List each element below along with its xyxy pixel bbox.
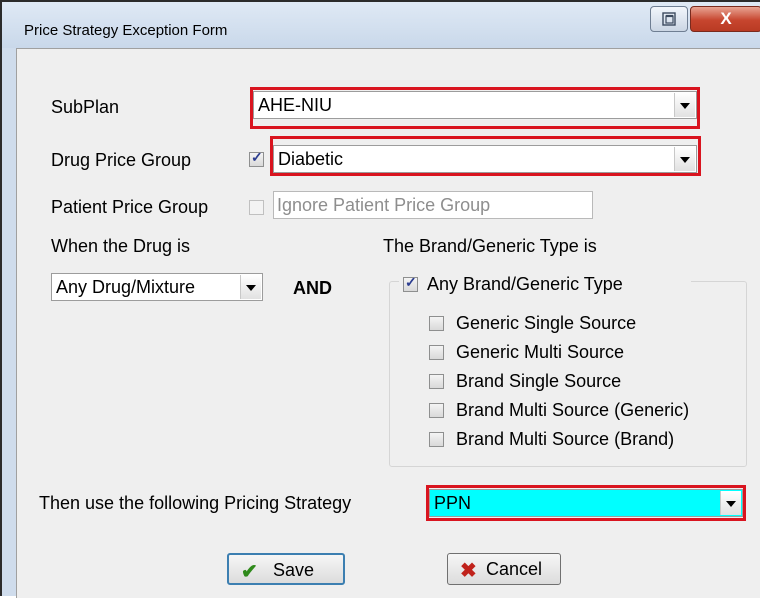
any-brand-generic-label: Any Brand/Generic Type (427, 274, 623, 294)
any-brand-generic-checkbox[interactable] (403, 274, 418, 292)
any-brand-generic-row[interactable]: Any Brand/Generic Type (399, 271, 691, 297)
brand-generic-label: The Brand/Generic Type is (383, 236, 597, 256)
x-icon: ✖ (460, 560, 477, 582)
save-button[interactable]: ✔ Save (227, 553, 345, 585)
pricing-strategy-value: PPN (434, 493, 472, 513)
chevron-down-icon[interactable] (240, 275, 261, 299)
title-bar[interactable]: Price Strategy Exception Form X (2, 2, 760, 48)
drug-price-group-dropdown[interactable]: Diabetic (273, 145, 697, 173)
generic-single-label: Generic Single Source (456, 313, 637, 333)
patient-price-group-label: Patient Price Group (51, 197, 209, 217)
checkmark-icon: ✔ (241, 561, 258, 583)
and-label: AND (293, 278, 332, 298)
type-item-brand-multi-generic[interactable]: Brand Multi Source (Generic) (429, 398, 739, 424)
subplan-dropdown[interactable]: AHE-NIU (253, 91, 697, 119)
close-icon: X (720, 9, 732, 28)
generic-multi-checkbox[interactable] (429, 345, 444, 360)
cancel-button[interactable]: ✖ Cancel (447, 553, 561, 585)
generic-single-checkbox[interactable] (429, 316, 444, 331)
pricing-strategy-dropdown[interactable]: PPN (429, 489, 743, 517)
restore-icon (662, 12, 676, 26)
form-body: SubPlan AHE-NIU Drug Price Group Diabeti… (16, 48, 760, 598)
when-drug-value: Any Drug/Mixture (56, 277, 196, 297)
save-button-label: Save (273, 560, 315, 580)
type-item-generic-single[interactable]: Generic Single Source (429, 311, 739, 337)
brand-single-checkbox[interactable] (429, 374, 444, 389)
brand-multi-generic-label: Brand Multi Source (Generic) (456, 400, 690, 420)
brand-multi-generic-checkbox[interactable] (429, 403, 444, 418)
pricing-strategy-label: Then use the following Pricing Strategy (39, 493, 352, 513)
drug-price-group-label: Drug Price Group (51, 150, 192, 170)
patient-price-group-placeholder: Ignore Patient Price Group (277, 195, 491, 215)
type-item-brand-multi-brand[interactable]: Brand Multi Source (Brand) (429, 427, 739, 453)
chevron-down-icon[interactable] (674, 147, 695, 171)
chevron-down-icon[interactable] (720, 491, 741, 515)
generic-multi-label: Generic Multi Source (456, 342, 625, 362)
price-strategy-window: Price Strategy Exception Form X SubPlan … (0, 0, 760, 598)
when-drug-label: When the Drug is (51, 236, 191, 256)
brand-multi-brand-checkbox[interactable] (429, 432, 444, 447)
type-item-brand-single[interactable]: Brand Single Source (429, 369, 739, 395)
patient-price-group-field[interactable]: Ignore Patient Price Group (273, 191, 593, 219)
when-drug-dropdown[interactable]: Any Drug/Mixture (51, 273, 263, 301)
drug-price-group-value: Diabetic (278, 149, 344, 169)
restore-button[interactable] (650, 6, 688, 32)
window-title: Price Strategy Exception Form (24, 22, 228, 39)
brand-multi-brand-label: Brand Multi Source (Brand) (456, 429, 675, 449)
subplan-value: AHE-NIU (258, 95, 333, 115)
type-item-generic-multi[interactable]: Generic Multi Source (429, 340, 739, 366)
drug-price-group-checkbox[interactable] (249, 149, 264, 167)
patient-price-group-checkbox[interactable] (249, 200, 264, 215)
chevron-down-icon[interactable] (674, 93, 695, 117)
subplan-label: SubPlan (51, 97, 120, 117)
close-button[interactable]: X (690, 6, 760, 32)
brand-single-label: Brand Single Source (456, 371, 622, 391)
cancel-button-label: Cancel (486, 559, 543, 579)
